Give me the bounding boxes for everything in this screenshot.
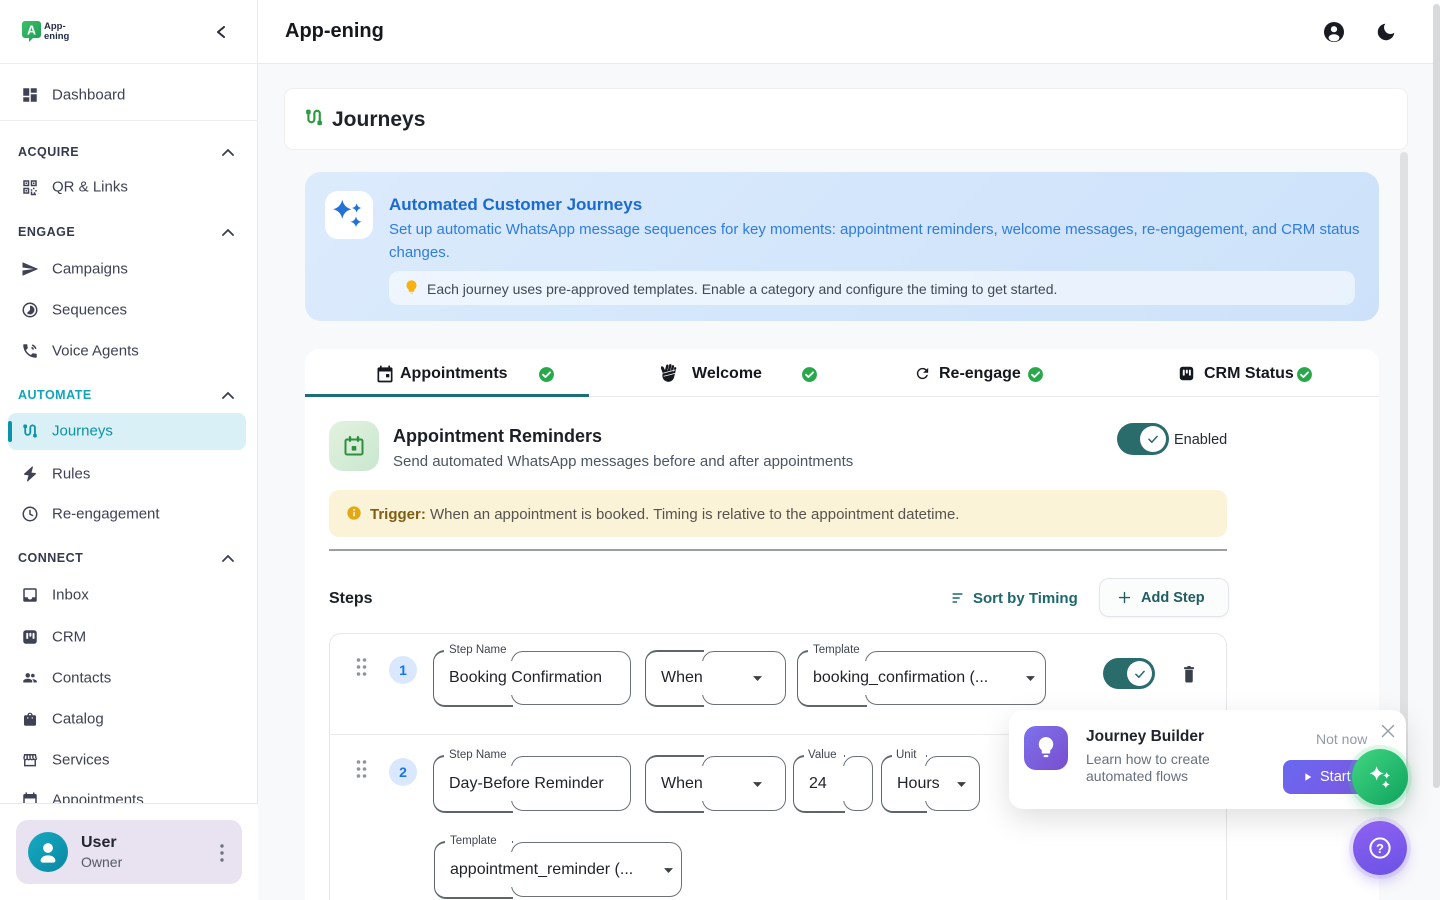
svg-text:A: A bbox=[27, 24, 36, 38]
svg-text:?: ? bbox=[1376, 841, 1384, 856]
